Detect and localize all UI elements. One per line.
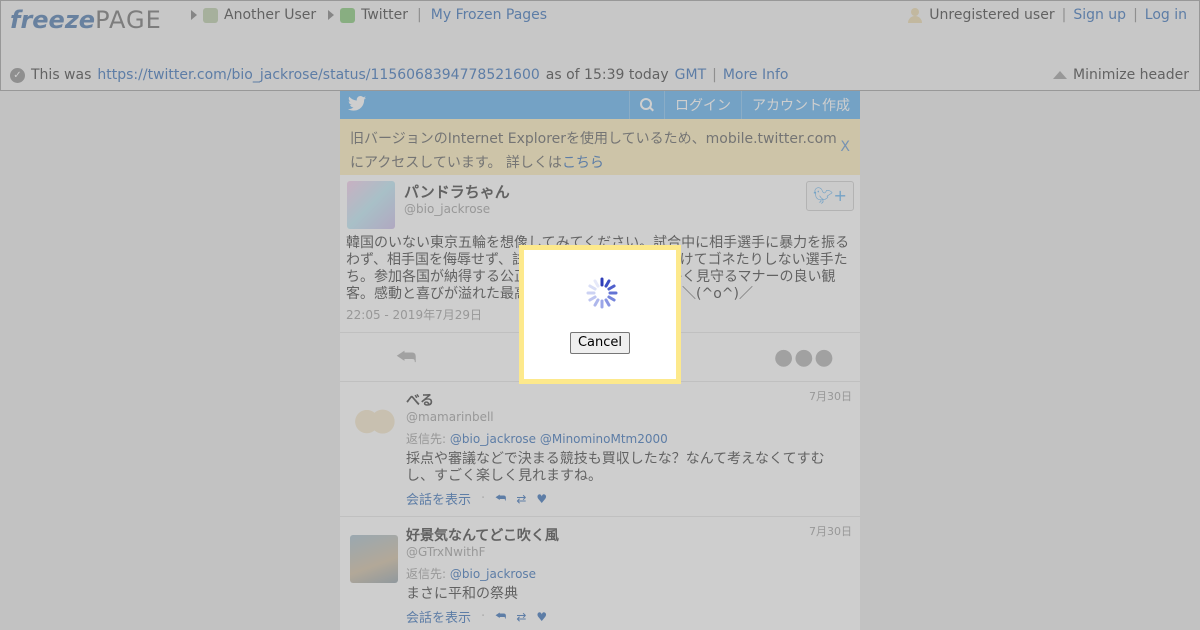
loading-dialog: Cancel bbox=[519, 245, 681, 384]
modal-overlay[interactable]: Cancel bbox=[0, 0, 1200, 630]
loading-spinner-icon bbox=[586, 277, 618, 309]
cancel-button[interactable]: Cancel bbox=[570, 332, 630, 354]
